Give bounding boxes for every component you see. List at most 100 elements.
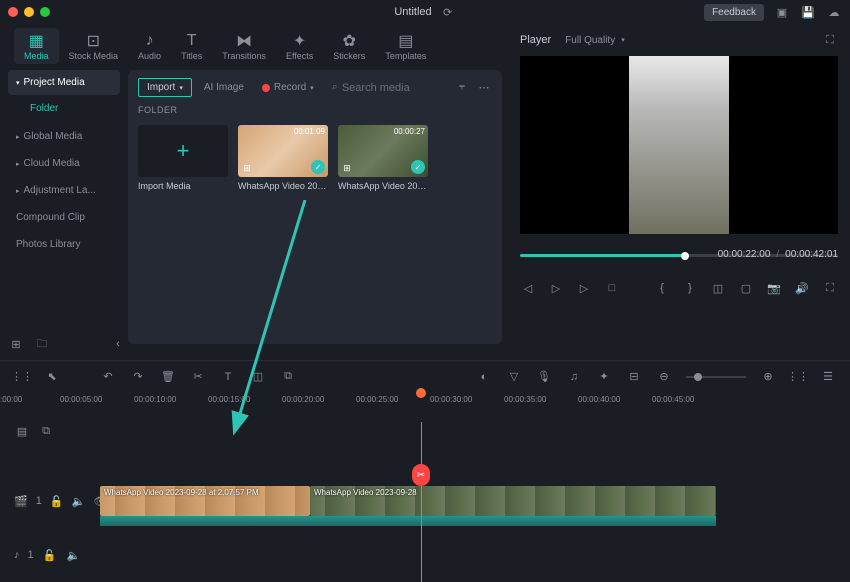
feedback-button[interactable]: Feedback — [704, 4, 764, 21]
play-pause-icon[interactable]: ▷ — [548, 280, 564, 296]
mark-in-icon[interactable]: { — [654, 280, 670, 296]
lock-icon[interactable]: 🔓 — [42, 547, 58, 563]
import-media-tile[interactable]: + Import Media — [138, 125, 228, 191]
timeline-clip-2[interactable]: WhatsApp Video 2023-09-28 — [310, 486, 716, 516]
folder-icon[interactable]: 🗀 — [34, 336, 50, 352]
snap-icon[interactable]: ⊟ — [626, 369, 642, 385]
pointer-icon[interactable]: ⬉ — [44, 369, 60, 385]
zoom-slider[interactable] — [686, 376, 746, 378]
stop-icon[interactable]: □ — [604, 280, 620, 296]
layout-icon[interactable]: ▣ — [774, 4, 790, 20]
link-track-icon[interactable]: ⧉ — [38, 423, 54, 439]
sidebar-item-project-media[interactable]: ▾Project Media — [8, 70, 120, 95]
window-close[interactable] — [8, 7, 18, 17]
player-label: Player — [520, 34, 551, 46]
tab-media[interactable]: ▦Media — [14, 28, 59, 64]
zoom-out-icon[interactable]: ⊖ — [656, 369, 672, 385]
tab-stickers[interactable]: ✿Stickers — [323, 28, 375, 64]
effects-icon: ✦ — [293, 32, 306, 50]
total-time: 00:00:42:01 — [785, 249, 838, 260]
redo-icon[interactable]: ↷ — [130, 369, 146, 385]
sidebar-item-photos-library[interactable]: Photos Library — [8, 232, 120, 257]
sidebar-item-cloud-media[interactable]: ▸Cloud Media — [8, 151, 120, 176]
view-mode-icon[interactable]: ⋮⋮ — [790, 369, 806, 385]
timeline-ruler[interactable]: :00:00 00:00:05:00 00:00:10:00 00:00:15:… — [0, 392, 850, 416]
audio-waveform-1[interactable] — [100, 516, 310, 526]
chevron-down-icon: ▾ — [179, 84, 183, 92]
delete-icon[interactable]: 🗑 — [160, 369, 176, 385]
sync-icon[interactable]: ⟳ — [440, 4, 456, 20]
window-zoom[interactable] — [40, 7, 50, 17]
sidebar-item-adjustment-layer[interactable]: ▸Adjustment La... — [8, 178, 120, 203]
text-icon[interactable]: T — [220, 369, 236, 385]
lock-icon[interactable]: 🔓 — [50, 493, 64, 509]
record-dot-icon — [262, 84, 270, 92]
mic-icon[interactable]: 🎙 — [536, 369, 552, 385]
mute-icon[interactable]: 🔈 — [72, 493, 86, 509]
audio-waveform-2[interactable] — [310, 516, 716, 526]
mixer-icon[interactable]: ♫ — [566, 369, 582, 385]
timeline-body[interactable]: ✂ ▤ ⧉ 🎬1 🔓 🔈 👁 ♪1 🔓 🔈 WhatsApp Video 202… — [0, 416, 850, 566]
save-icon[interactable]: 💾 — [800, 4, 816, 20]
playhead-marker[interactable] — [416, 388, 426, 398]
tab-templates[interactable]: ▤Templates — [375, 28, 436, 64]
marker-icon[interactable]: ▽ — [506, 369, 522, 385]
timeline-clip-1[interactable]: WhatsApp Video 2023-09-28 at 2.07.57 PM — [100, 486, 310, 516]
chevron-down-icon: ▾ — [310, 84, 314, 92]
stock-icon: ⊡ — [87, 32, 100, 50]
sidebar-item-global-media[interactable]: ▸Global Media — [8, 124, 120, 149]
cut-badge-icon[interactable]: ✂ — [412, 464, 430, 486]
color-icon[interactable]: ◐ — [476, 369, 492, 385]
record-button[interactable]: Record▾ — [256, 79, 320, 96]
search-icon: ⌕ — [332, 81, 338, 94]
media-clip-2[interactable]: 00:00:27 ⊞ ✓ WhatsApp Video 202... — [338, 125, 428, 191]
import-button[interactable]: Import▾ — [138, 78, 192, 97]
more-icon[interactable]: ⋯ — [476, 80, 492, 96]
add-to-timeline-icon[interactable]: ⊞ — [341, 162, 353, 174]
tab-effects[interactable]: ✦Effects — [276, 28, 323, 64]
undo-icon[interactable]: ↶ — [100, 369, 116, 385]
media-browser: Import▾ AI Image Record▾ ⌕Search media ⫧… — [128, 70, 502, 344]
new-folder-icon[interactable]: ⊞ — [8, 336, 24, 352]
settings-icon[interactable]: ☰ — [820, 369, 836, 385]
tab-transitions[interactable]: ⧓Transitions — [212, 28, 276, 64]
volume-icon[interactable]: 🔊 — [794, 280, 810, 296]
play-icon[interactable]: ▷ — [576, 280, 592, 296]
snapshot-icon[interactable]: ⛶ — [822, 32, 838, 48]
media-icon: ▦ — [29, 32, 44, 50]
link-icon[interactable]: ⧉ — [280, 369, 296, 385]
zoom-in-icon[interactable]: ⊕ — [760, 369, 776, 385]
mute-icon[interactable]: 🔈 — [66, 547, 82, 563]
tab-audio[interactable]: ♪Audio — [128, 28, 171, 64]
mark-out-icon[interactable]: } — [682, 280, 698, 296]
display-icon[interactable]: ▢ — [738, 280, 754, 296]
capture-icon[interactable]: 📷 — [766, 280, 782, 296]
tab-titles[interactable]: TTitles — [171, 28, 212, 64]
crop-icon[interactable]: ◫ — [710, 280, 726, 296]
chevron-down-icon: ▾ — [621, 36, 625, 44]
media-sidebar: ▾Project Media Folder ▸Global Media ▸Clo… — [0, 64, 128, 350]
ai-image-button[interactable]: AI Image — [198, 79, 250, 96]
prev-frame-icon[interactable]: ◁ — [520, 280, 536, 296]
add-to-timeline-icon[interactable]: ⊞ — [241, 162, 253, 174]
filter-icon[interactable]: ⫧ — [454, 80, 470, 96]
crop-tool-icon[interactable]: ◫ — [250, 369, 266, 385]
quality-select[interactable]: Full Quality▾ — [565, 35, 625, 46]
window-minimize[interactable] — [24, 7, 34, 17]
playhead-line[interactable] — [421, 422, 422, 582]
search-input[interactable]: ⌕Search media — [326, 78, 448, 97]
player-viewport[interactable] — [520, 56, 838, 234]
media-clip-1[interactable]: 00:01:09 ⊞ ✓ WhatsApp Video 202... — [238, 125, 328, 191]
collapse-icon[interactable]: ‹ — [110, 336, 126, 352]
fullscreen-icon[interactable]: ⛶ — [822, 280, 838, 296]
cloud-icon[interactable]: ☁ — [826, 4, 842, 20]
track-manager-icon[interactable]: ⋮⋮ — [14, 369, 30, 385]
render-icon[interactable]: ✦ — [596, 369, 612, 385]
plus-icon: + — [177, 138, 190, 164]
track-header-icon[interactable]: ▤ — [14, 423, 30, 439]
split-icon[interactable]: ✂ — [190, 369, 206, 385]
sidebar-item-compound-clip[interactable]: Compound Clip — [8, 205, 120, 230]
sidebar-folder[interactable]: Folder — [8, 97, 120, 120]
video-track-label: 🎬 — [14, 495, 28, 508]
tab-stock-media[interactable]: ⊡Stock Media — [59, 28, 129, 64]
